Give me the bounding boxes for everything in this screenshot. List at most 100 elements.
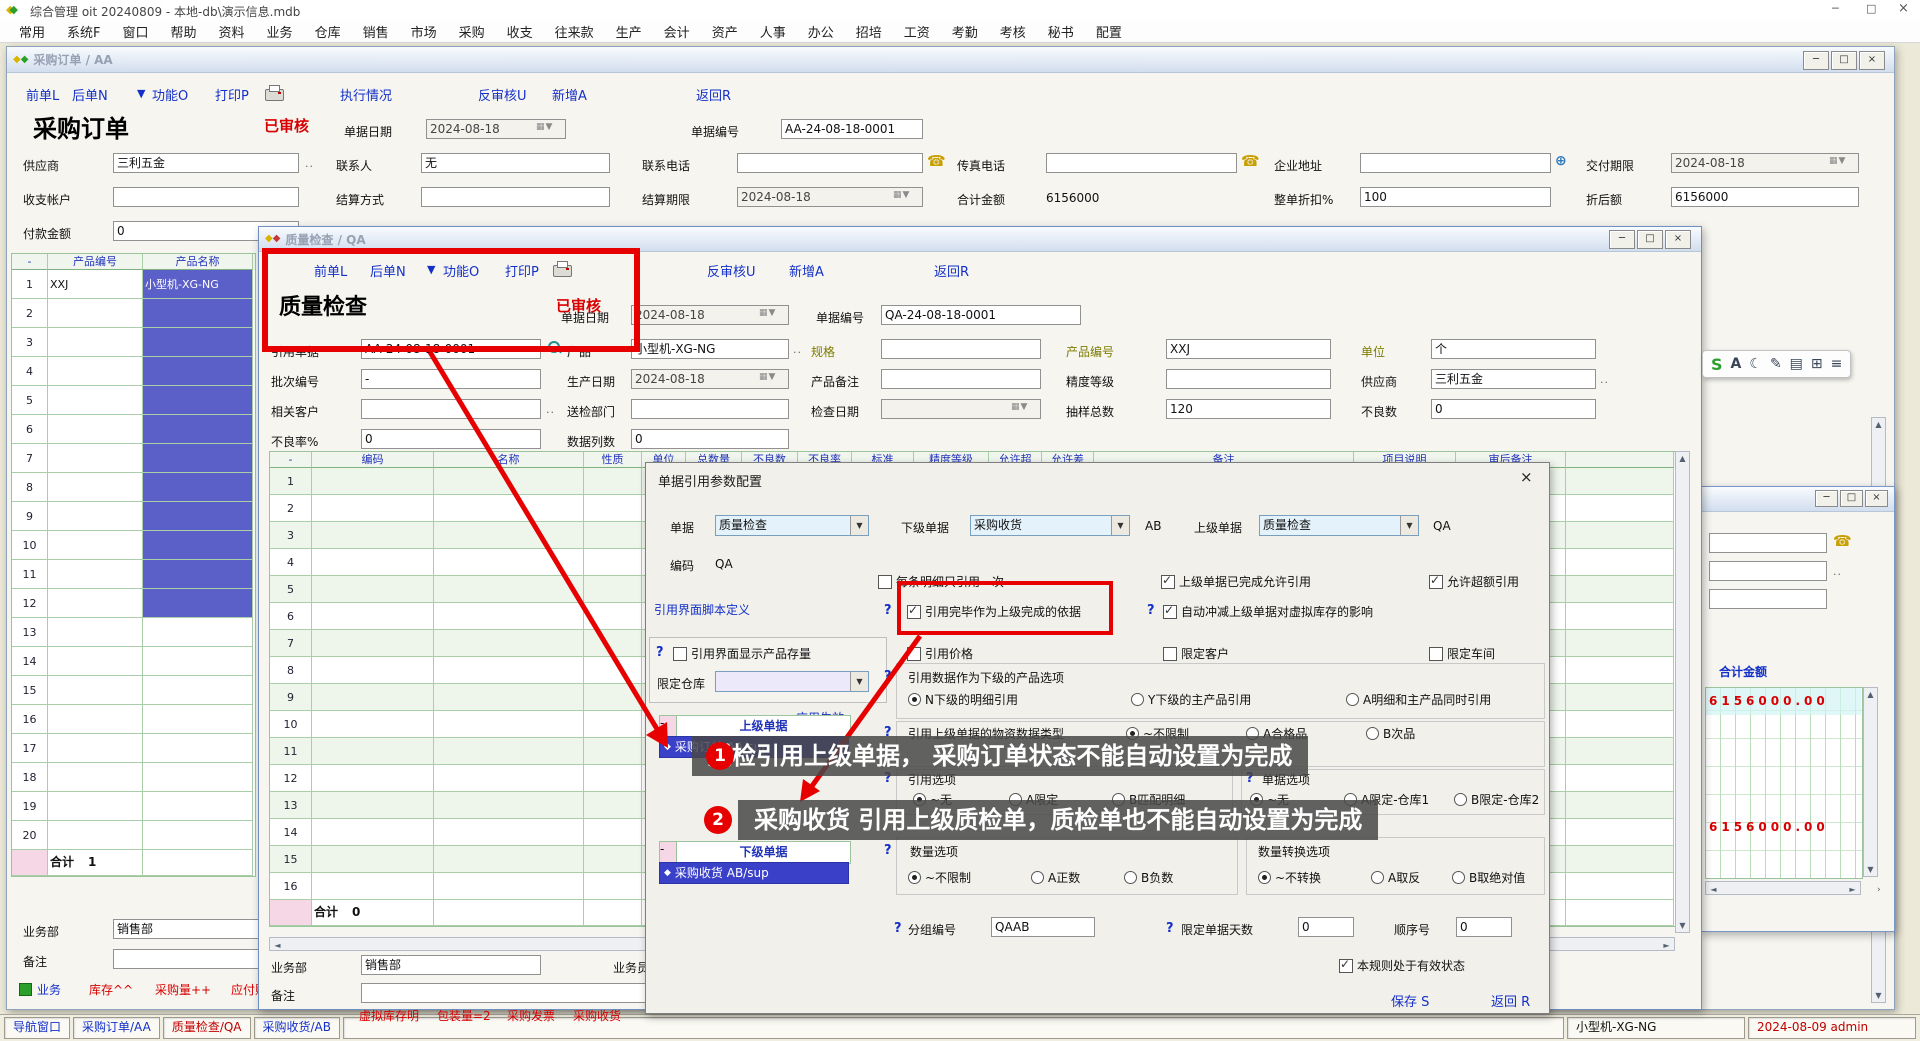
qa-defect-count-field[interactable]: 0 bbox=[1431, 399, 1596, 419]
qa-supplier-field[interactable]: 三利五金 bbox=[1431, 369, 1596, 389]
ime-toolbar[interactable]: S A ☾ ✎ ▤ ⊞ ≡ bbox=[1702, 350, 1851, 378]
po-account-field[interactable] bbox=[113, 187, 299, 207]
qa-dept-field[interactable]: 销售部 bbox=[361, 955, 541, 975]
radio-product-main[interactable]: Y下级的主产品引用 bbox=[1131, 691, 1251, 708]
radio-product-both[interactable]: A明细和主产品同时引用 bbox=[1346, 691, 1491, 708]
qa-link-purchase-invoice[interactable]: 采购发票 bbox=[507, 1007, 555, 1024]
help-icon[interactable]: ? bbox=[894, 921, 902, 936]
cb-auto-offset[interactable]: 自动冲减上级单据对虚拟库存的影响 bbox=[1163, 603, 1373, 620]
maximize-button[interactable]: □ bbox=[1866, 2, 1876, 15]
lookup-dots[interactable]: .. bbox=[1600, 373, 1609, 386]
qa-defect-rate-field[interactable]: 0 bbox=[361, 429, 541, 449]
po-discounted-field[interactable]: 6156000 bbox=[1671, 187, 1859, 207]
qa-add-button[interactable]: 新增A bbox=[789, 261, 824, 280]
qa-inspect-dept-field[interactable] bbox=[631, 399, 789, 419]
qa-note-field[interactable] bbox=[361, 983, 651, 1003]
product-code-cell[interactable] bbox=[48, 647, 143, 676]
ime-mode-icon[interactable]: A bbox=[1731, 356, 1742, 372]
po-exec-button[interactable]: 执行情况 bbox=[340, 85, 392, 104]
radio-qty-any[interactable]: ~不限制 bbox=[908, 869, 971, 886]
taskbar-ab-tab[interactable]: 采购收货/AB bbox=[254, 1017, 341, 1039]
menu-item[interactable]: 收支 bbox=[496, 22, 544, 41]
cb-show-stock[interactable]: 引用界面显示产品存量 bbox=[673, 645, 811, 662]
menu-item[interactable]: 招培 bbox=[845, 22, 893, 41]
table-row[interactable]: 19 bbox=[12, 792, 255, 821]
scroll-down-icon[interactable]: ▼ bbox=[1676, 921, 1689, 930]
po-doc-no-field[interactable]: AA-24-08-18-0001 bbox=[781, 119, 923, 139]
close-button[interactable]: × bbox=[1865, 490, 1888, 507]
product-name-cell[interactable] bbox=[143, 618, 253, 647]
table-row[interactable]: 15 bbox=[12, 676, 255, 705]
product-name-cell[interactable] bbox=[143, 763, 253, 792]
help-icon[interactable]: ? bbox=[884, 603, 892, 618]
table-row[interactable]: 11 bbox=[12, 560, 255, 589]
table-row[interactable]: 3 bbox=[12, 328, 255, 357]
product-code-cell[interactable] bbox=[48, 618, 143, 647]
po-link-stock[interactable]: 库存^^ bbox=[89, 981, 133, 998]
help-icon[interactable]: ? bbox=[656, 645, 664, 660]
table-row[interactable]: 2 bbox=[12, 299, 255, 328]
po-window-titlebar[interactable]: ◆◆ 采购订单 / AA bbox=[7, 47, 1894, 73]
product-name-cell[interactable] bbox=[143, 444, 253, 473]
po-add-button[interactable]: 新增A bbox=[552, 85, 587, 104]
scroll-up-icon[interactable]: ▲ bbox=[1676, 454, 1689, 463]
qa-product-no-field[interactable]: XXJ bbox=[1166, 339, 1331, 359]
qa-back-button[interactable]: 返回R bbox=[934, 261, 969, 280]
product-code-cell[interactable] bbox=[48, 502, 143, 531]
product-code-cell[interactable] bbox=[48, 560, 143, 589]
po-link-business[interactable]: 业务 bbox=[37, 981, 61, 998]
product-code-cell[interactable] bbox=[48, 792, 143, 821]
lookup-dots[interactable]: .. bbox=[1833, 565, 1842, 578]
ab-vertical-scrollbar[interactable]: ▲ ▼ bbox=[1863, 687, 1878, 877]
taskbar-qa-tab[interactable]: 质量检查/QA bbox=[163, 1017, 251, 1039]
help-icon[interactable]: ? bbox=[884, 843, 892, 858]
menu-item[interactable]: 人事 bbox=[749, 22, 797, 41]
taskbar-po-tab[interactable]: 采购订单/AA bbox=[73, 1017, 160, 1039]
po-address-field[interactable] bbox=[1360, 153, 1551, 173]
po-phone-field[interactable] bbox=[737, 153, 923, 173]
minimize-button[interactable]: ─ bbox=[1609, 230, 1635, 249]
product-name-cell[interactable] bbox=[143, 299, 253, 328]
product-code-cell[interactable] bbox=[48, 299, 143, 328]
menu-item[interactable]: 生产 bbox=[605, 22, 653, 41]
product-name-cell[interactable] bbox=[143, 502, 253, 531]
menu-item[interactable]: 办公 bbox=[797, 22, 845, 41]
product-code-cell[interactable] bbox=[48, 531, 143, 560]
product-name-cell[interactable] bbox=[143, 676, 253, 705]
calendar-icon[interactable]: ▦▼ bbox=[536, 122, 1892, 132]
product-code-cell[interactable] bbox=[48, 589, 143, 618]
keyboard-icon[interactable]: ▤ bbox=[1790, 356, 1803, 372]
table-row[interactable]: 10 bbox=[12, 531, 255, 560]
maximize-button[interactable]: □ bbox=[1831, 51, 1857, 70]
taskbar-nav[interactable]: 导航窗口 bbox=[4, 1017, 70, 1039]
qa-sample-total-field[interactable]: 120 bbox=[1166, 399, 1331, 419]
po-supplier-field[interactable]: 三利五金 bbox=[113, 153, 299, 173]
cb-rule-active[interactable]: 本规则处于有效状态 bbox=[1339, 957, 1465, 974]
dlg-lower-combo[interactable]: 采购收货 ▼ bbox=[970, 515, 1130, 536]
pen-icon[interactable]: ✎ bbox=[1770, 356, 1782, 372]
ime-logo-icon[interactable]: S bbox=[1711, 355, 1723, 374]
product-name-cell[interactable] bbox=[143, 734, 253, 763]
minimize-button[interactable]: ─ bbox=[1803, 51, 1829, 70]
product-name-cell[interactable] bbox=[143, 589, 253, 618]
table-row[interactable]: 8 bbox=[12, 473, 255, 502]
menu-item[interactable]: 系统F bbox=[56, 22, 111, 41]
radio-conv-negate[interactable]: A取反 bbox=[1371, 869, 1420, 886]
close-icon[interactable]: × bbox=[1520, 468, 1533, 486]
close-button[interactable]: × bbox=[1898, 1, 1909, 16]
product-code-cell[interactable] bbox=[48, 763, 143, 792]
maximize-button[interactable]: □ bbox=[1637, 230, 1663, 249]
table-row[interactable]: 5 bbox=[12, 386, 255, 415]
menu-item[interactable]: 销售 bbox=[352, 22, 400, 41]
scroll-right-icon[interactable]: ► bbox=[1660, 941, 1673, 950]
radio-right-wh2[interactable]: B限定-仓库2 bbox=[1454, 791, 1539, 808]
product-code-cell[interactable] bbox=[48, 473, 143, 502]
product-name-cell[interactable] bbox=[143, 647, 253, 676]
menu-item[interactable]: 窗口 bbox=[112, 22, 160, 41]
qa-batch-field[interactable]: - bbox=[361, 369, 541, 389]
product-name-cell[interactable] bbox=[143, 531, 253, 560]
product-code-cell[interactable] bbox=[48, 734, 143, 763]
lower-panel-item[interactable]: ◆ 采购收货 AB/sup bbox=[659, 862, 849, 884]
dlg-save-button[interactable]: 保存 S bbox=[1391, 991, 1429, 1010]
product-code-cell[interactable] bbox=[48, 415, 143, 444]
